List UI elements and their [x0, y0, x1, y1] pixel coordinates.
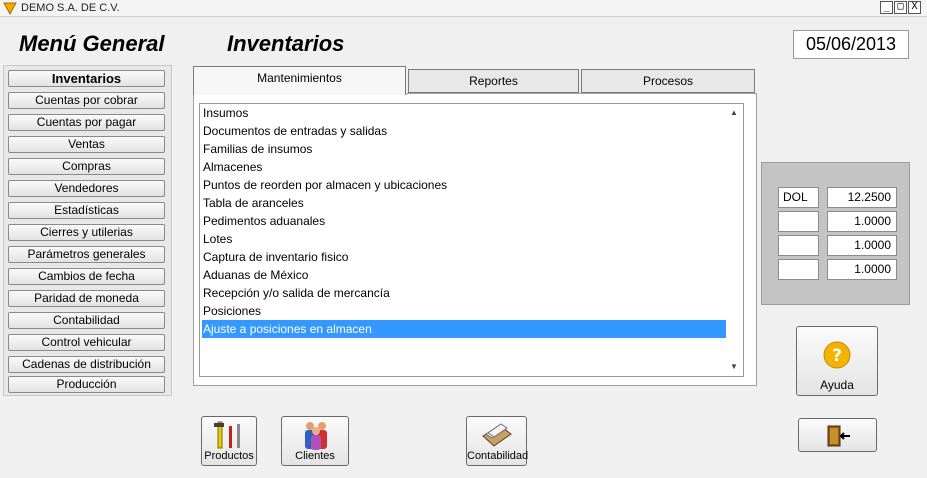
productos-label: Productos: [204, 450, 254, 462]
sidebar-item-control-vehicular[interactable]: Control vehicular: [8, 334, 165, 351]
list-item[interactable]: Aduanas de México: [202, 266, 726, 284]
list-scrollbar[interactable]: ▲ ▼: [726, 104, 743, 376]
tab-reportes[interactable]: Reportes: [408, 69, 579, 93]
sidebar-item-estadisticas[interactable]: Estadísticas: [8, 202, 165, 219]
currency-code[interactable]: DOL: [778, 187, 819, 208]
menu-title: Menú General: [19, 31, 165, 56]
contabilidad-label: Contabilidad: [467, 450, 529, 462]
currency-rate[interactable]: 1.0000: [827, 211, 897, 232]
list-item[interactable]: Lotes: [202, 230, 726, 248]
currency-panel: DOL 12.2500 1.0000 1.0000 1.0000: [761, 162, 910, 305]
sidebar-item-contabilidad[interactable]: Contabilidad: [8, 312, 165, 329]
question-icon: ?: [823, 341, 851, 369]
exit-door-icon: [827, 425, 850, 447]
sidebar-item-vendedores[interactable]: Vendedores: [8, 180, 165, 197]
help-button-label: Ayuda: [820, 378, 854, 392]
currency-rate[interactable]: 12.2500: [827, 187, 897, 208]
tab-procesos[interactable]: Procesos: [581, 69, 755, 93]
sidebar-item-cambios-fecha[interactable]: Cambios de fecha: [8, 268, 165, 285]
list-item[interactable]: Recepción y/o salida de mercancía: [202, 284, 726, 302]
card-file-icon: [482, 423, 512, 447]
scroll-up-arrow-icon[interactable]: ▲: [730, 108, 738, 117]
list-item[interactable]: Pedimentos aduanales: [202, 212, 726, 230]
window-title: DEMO S.A. DE C.V.: [21, 2, 120, 14]
currency-rate[interactable]: 1.0000: [827, 259, 897, 280]
list-item[interactable]: Insumos: [202, 104, 726, 122]
sidebar-item-parametros[interactable]: Parámetros generales: [8, 246, 165, 263]
sidebar-item-paridad[interactable]: Paridad de moneda: [8, 290, 165, 307]
sidebar-item-ventas[interactable]: Ventas: [8, 136, 165, 153]
list-item[interactable]: Puntos de reorden por almacen y ubicacio…: [202, 176, 726, 194]
scroll-down-arrow-icon[interactable]: ▼: [730, 362, 738, 371]
close-button[interactable]: X: [908, 1, 921, 14]
contabilidad-button[interactable]: Contabilidad: [466, 416, 529, 466]
currency-code[interactable]: [778, 259, 819, 280]
list-item-selected[interactable]: Ajuste a posiciones en almacen: [202, 320, 726, 338]
currency-code[interactable]: [778, 211, 819, 232]
currency-code[interactable]: [778, 235, 819, 256]
sidebar-item-cuentas-cobrar[interactable]: Cuentas por cobrar: [8, 92, 165, 109]
date-display: 05/06/2013: [793, 30, 909, 59]
help-button[interactable]: ? Ayuda: [796, 326, 878, 396]
currency-rate[interactable]: 1.0000: [827, 235, 897, 256]
options-list[interactable]: Insumos Documentos de entradas y salidas…: [199, 103, 744, 377]
sidebar-item-compras[interactable]: Compras: [8, 158, 165, 175]
exit-button[interactable]: [798, 418, 877, 452]
list-item[interactable]: Captura de inventario fisico: [202, 248, 726, 266]
section-title: Inventarios: [227, 31, 345, 56]
list-item[interactable]: Tabla de aranceles: [202, 194, 726, 212]
sidebar: Inventarios Cuentas por cobrar Cuentas p…: [3, 65, 172, 396]
customers-icon: [305, 422, 327, 450]
tab-mantenimientos[interactable]: Mantenimientos: [193, 66, 406, 95]
list-item[interactable]: Almacenes: [202, 158, 726, 176]
products-icon: [214, 421, 240, 449]
window-titlebar: DEMO S.A. DE C.V. _ □ X: [0, 0, 927, 17]
list-item[interactable]: Documentos de entradas y salidas: [202, 122, 726, 140]
maximize-button[interactable]: □: [894, 1, 907, 14]
clientes-label: Clientes: [295, 450, 335, 462]
minimize-button[interactable]: _: [880, 1, 893, 14]
list-item[interactable]: Familias de insumos: [202, 140, 726, 158]
app-logo-icon: [3, 2, 17, 15]
productos-button[interactable]: Productos: [201, 416, 257, 466]
sidebar-item-cierres[interactable]: Cierres y utilerias: [8, 224, 165, 241]
sidebar-item-cuentas-pagar[interactable]: Cuentas por pagar: [8, 114, 165, 131]
clientes-button[interactable]: Clientes: [281, 416, 349, 466]
svg-text:?: ?: [832, 346, 842, 366]
sidebar-item-produccion[interactable]: Producción: [8, 376, 165, 393]
list-item[interactable]: Posiciones: [202, 302, 726, 320]
sidebar-item-cadenas[interactable]: Cadenas de distribución: [8, 356, 165, 373]
sidebar-item-inventarios[interactable]: Inventarios: [8, 70, 165, 87]
